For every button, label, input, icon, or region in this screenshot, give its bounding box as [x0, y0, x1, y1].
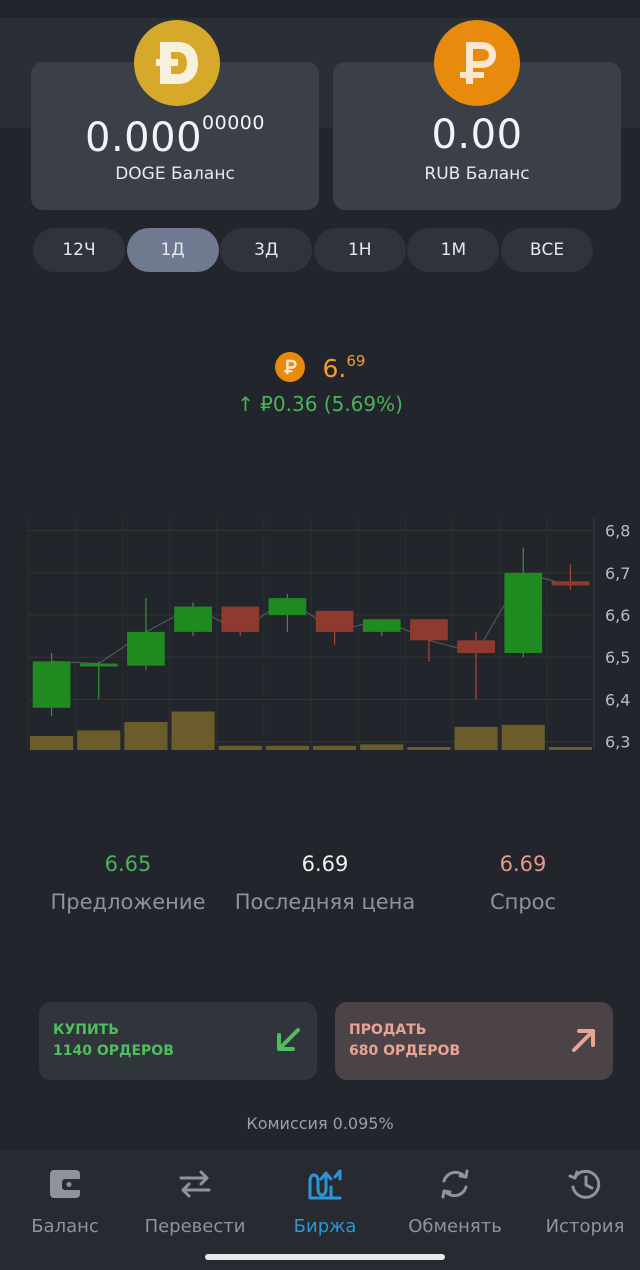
- exchange-chart-icon: [265, 1164, 385, 1204]
- volume-bar: [360, 744, 404, 750]
- period-3d[interactable]: 3Д: [220, 228, 313, 272]
- doge-balance-amount: 0.00000000: [85, 112, 265, 161]
- tab-swap-label: Обменять: [408, 1216, 502, 1237]
- bottom-tab-bar: Баланс Перевести Биржа Обменять История: [0, 1150, 640, 1270]
- tab-history-label: История: [545, 1216, 625, 1237]
- rub-balance-amount: 0.00: [431, 112, 523, 158]
- y-tick-label: 6,3: [605, 733, 630, 752]
- stat-demand-value: 6.69: [499, 852, 547, 876]
- ruble-coin-icon: [434, 20, 520, 106]
- candle-up: [174, 606, 212, 632]
- y-tick-label: 6,5: [605, 648, 630, 667]
- wallet-icon: [5, 1164, 125, 1204]
- y-tick-label: 6,8: [605, 522, 630, 541]
- period-selector: 12Ч 1Д 3Д 1Н 1М ВСЕ: [33, 228, 593, 274]
- volume-bar: [454, 726, 498, 750]
- y-tick-label: 6,4: [605, 690, 630, 709]
- volume-bar: [218, 745, 262, 750]
- stat-demand: 6.69 Спрос: [423, 852, 623, 914]
- volume-bar: [30, 736, 74, 750]
- stat-last-price: 6.69 Последняя цена: [225, 852, 425, 914]
- period-1d[interactable]: 1Д: [126, 228, 219, 272]
- ruble-coin-icon: [274, 352, 305, 382]
- tab-exchange[interactable]: Биржа: [265, 1164, 385, 1237]
- price-value: 6.69: [322, 351, 366, 383]
- volume-bar: [501, 724, 545, 750]
- stat-demand-label: Спрос: [489, 890, 557, 914]
- doge-coin-icon: [134, 20, 220, 106]
- volume-bar: [124, 722, 168, 750]
- tab-transfer[interactable]: Перевести: [135, 1164, 255, 1237]
- period-1w[interactable]: 1Н: [313, 228, 406, 272]
- arrow-down-left-icon: [277, 1028, 300, 1051]
- rub-balance-label: RUB Баланс: [424, 164, 530, 184]
- candle-up: [32, 661, 71, 708]
- y-tick-label: 6,6: [605, 606, 630, 625]
- stat-last-value: 6.69: [301, 852, 349, 876]
- volume-bar: [171, 711, 215, 750]
- history-clock-icon: [525, 1164, 640, 1204]
- tab-balance[interactable]: Баланс: [5, 1164, 125, 1237]
- candle-up: [504, 572, 543, 653]
- stat-offer-label: Предложение: [50, 890, 206, 914]
- candle-down: [410, 619, 448, 641]
- volume-bar: [265, 745, 309, 750]
- period-1m[interactable]: 1М: [407, 228, 500, 272]
- tab-transfer-label: Перевести: [144, 1216, 246, 1237]
- candle-up: [362, 619, 401, 632]
- market-stats: 6.65 Предложение 6.69 Последняя цена 6.6…: [0, 852, 640, 922]
- buy-button[interactable]: КУПИТЬ 1140 ОРДЕРОВ: [39, 1002, 317, 1080]
- price-change: ↑ ₽0.36 (5.69%): [237, 392, 403, 416]
- arrow-up-right-icon: [572, 1029, 595, 1052]
- volume-bar: [313, 745, 357, 750]
- commission-note: Комиссия 0.095%: [246, 1114, 394, 1133]
- candle-up: [79, 663, 118, 667]
- doge-balance-label: DOGE Баланс: [115, 164, 235, 184]
- volume-bar: [77, 730, 121, 750]
- transfer-arrows-icon: [135, 1164, 255, 1204]
- refresh-icon: [395, 1164, 515, 1204]
- stat-offer: 6.65 Предложение: [28, 852, 228, 914]
- current-price: 6.69: [0, 350, 640, 384]
- y-tick-label: 6,7: [605, 564, 630, 583]
- candle-up: [268, 598, 307, 616]
- volume-bar: [548, 747, 592, 750]
- candle-up: [127, 631, 165, 666]
- price-chart[interactable]: 6,8 6,7 6,6 6,5 6,4 6,3: [0, 500, 640, 760]
- candle-down: [551, 581, 590, 586]
- candle-down: [315, 610, 354, 632]
- period-all[interactable]: ВСЕ: [500, 228, 593, 272]
- candle-down: [457, 640, 495, 653]
- candle-down: [221, 606, 260, 632]
- volume-bar: [407, 747, 451, 750]
- stat-last-label: Последняя цена: [234, 890, 416, 914]
- stat-offer-value: 6.65: [104, 852, 152, 876]
- sell-button[interactable]: ПРОДАТЬ 680 ОРДЕРОВ: [335, 1002, 613, 1080]
- tab-history[interactable]: История: [525, 1164, 640, 1237]
- home-indicator: [205, 1254, 445, 1260]
- tab-exchange-label: Биржа: [293, 1216, 357, 1237]
- period-12h[interactable]: 12Ч: [33, 228, 125, 272]
- tab-swap[interactable]: Обменять: [395, 1164, 515, 1237]
- tab-balance-label: Баланс: [31, 1216, 99, 1237]
